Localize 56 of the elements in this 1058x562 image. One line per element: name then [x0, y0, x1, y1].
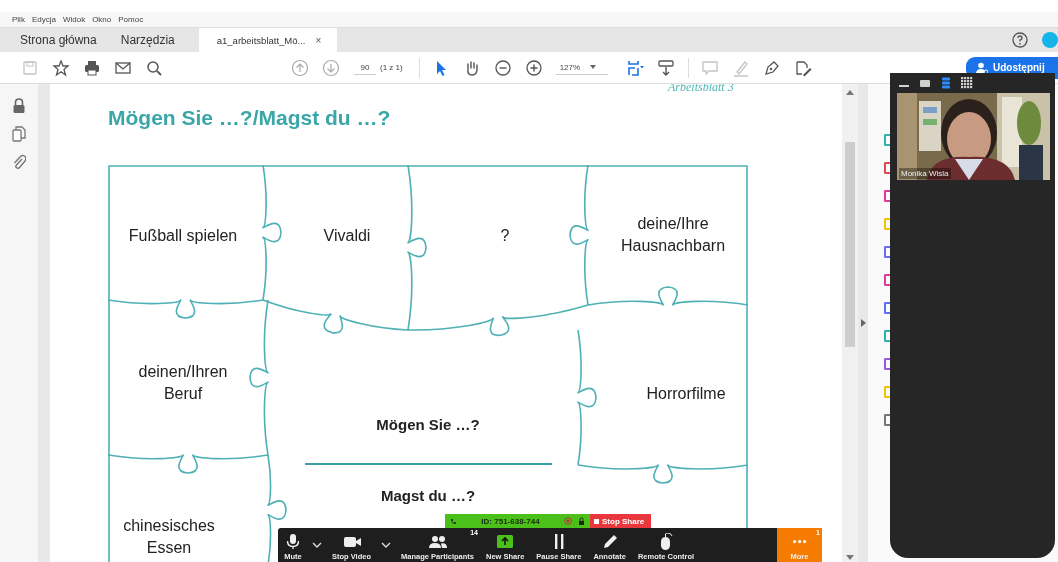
puzzle-label: Fußball spielen	[128, 226, 238, 246]
zoom-out-icon[interactable]	[494, 58, 513, 77]
scroll-up-icon	[846, 90, 854, 95]
participants-icon	[428, 533, 447, 550]
menu-item[interactable]: Edycja	[31, 15, 56, 24]
zoom-in-icon[interactable]	[525, 58, 544, 77]
stop-share-button[interactable]: Stop Share	[590, 514, 651, 528]
person-icon	[976, 61, 988, 74]
caret-icon	[590, 65, 597, 69]
puzzle-label: deine/Ihre Hausnachbarn	[619, 214, 727, 256]
paperclip-icon[interactable]	[12, 154, 26, 170]
microphone-icon	[284, 533, 302, 550]
expand-icon	[860, 319, 866, 327]
phone-icon	[450, 517, 457, 525]
menu-item[interactable]: Plik	[12, 15, 25, 24]
participant-name: Monika Wisla	[899, 168, 951, 179]
menu-item[interactable]: Pomoc	[118, 15, 144, 24]
print-icon[interactable]	[82, 58, 101, 77]
close-icon[interactable]: ×	[315, 34, 322, 46]
scroll-icon[interactable]	[657, 58, 676, 77]
page-count: (1 z 1)	[380, 63, 403, 72]
caret-icon[interactable]	[312, 542, 322, 548]
more-icon	[792, 540, 807, 544]
puzzle-label: chinesisches Essen	[122, 516, 216, 558]
scroll-down-icon	[846, 555, 854, 560]
caret-icon[interactable]	[381, 542, 392, 548]
record-icon	[564, 517, 572, 525]
lock-icon	[578, 517, 585, 525]
puzzle-label: deinen/Ihren Beruf	[137, 362, 229, 404]
speaker-view-icon[interactable]	[919, 77, 931, 89]
document-edit-icon[interactable]	[794, 58, 813, 77]
page-fit-icon[interactable]	[626, 58, 645, 77]
pages-icon[interactable]	[12, 126, 26, 142]
search-icon[interactable]	[144, 58, 163, 77]
tab[interactable]: Strona główna	[8, 28, 109, 52]
scrollbar-thumb[interactable]	[845, 142, 855, 347]
puzzle-label: Vivaldi	[323, 226, 371, 246]
share-screen-icon	[496, 533, 515, 550]
help-icon	[1012, 32, 1028, 48]
tab[interactable]: a1_arbeitsblatt_Mö... ×	[198, 28, 338, 52]
puzzle-label: ?	[500, 226, 510, 246]
previous-page-icon[interactable]	[290, 58, 309, 77]
menu-item[interactable]: Widok	[62, 15, 86, 24]
menu-item[interactable]: Okno	[92, 15, 112, 24]
puzzle-label: Horrorfilme	[646, 384, 726, 404]
puzzle-label: Magst du …?	[380, 486, 476, 506]
lock-icon[interactable]	[12, 98, 26, 114]
meeting-id-bar: ID: 751-638-744	[445, 514, 590, 528]
puzzle-label: Mögen Sie …?	[376, 415, 480, 435]
strip-view-icon[interactable]	[940, 77, 952, 89]
next-page-icon[interactable]	[321, 58, 340, 77]
star-icon[interactable]	[51, 58, 70, 77]
zoom-field[interactable]: 127%	[555, 60, 608, 75]
tab[interactable]: Narzędzia	[108, 28, 187, 52]
worksheet-title: Mögen Sie …?/Magst du …?	[108, 106, 391, 130]
grid-view-icon[interactable]	[961, 77, 973, 89]
